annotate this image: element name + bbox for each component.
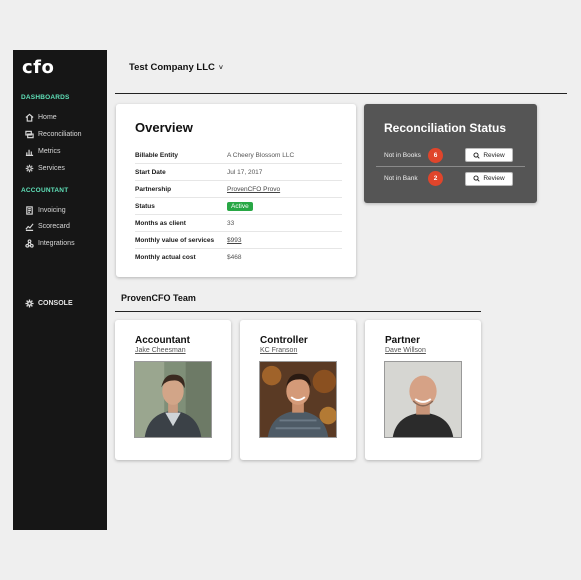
member-role: Partner (385, 335, 421, 346)
reconciliation-label: Not in Bank (384, 175, 418, 182)
gear-icon (25, 164, 34, 173)
overview-value: $468 (227, 254, 242, 261)
review-books-button[interactable]: Review (465, 148, 513, 162)
overview-value: A Cheery Blossom LLC (227, 151, 295, 159)
team-divider (115, 311, 481, 312)
overview-key: Billable Entity (135, 151, 178, 159)
section-label-dashboards: DASHBOARDS (21, 94, 70, 101)
console-link[interactable]: CONSOLE (25, 299, 73, 308)
reconciliation-row-books: Not in Books 6 Review (376, 144, 525, 167)
services-value-link[interactable]: $993 (227, 237, 241, 244)
overview-key: Monthly actual cost (135, 254, 196, 261)
overview-row: Billable Entity A Cheery Blossom LLC (135, 147, 342, 164)
review-label: Review (483, 151, 505, 159)
overview-key: Status (135, 202, 155, 210)
sidebar-item-metrics[interactable]: Metrics (25, 147, 61, 156)
sidebar-item-label: Services (38, 165, 65, 172)
sidebar-item-label: Integrations (38, 240, 75, 247)
chevron-down-icon: ˅ (218, 65, 223, 72)
reconciliation-row-bank: Not in Bank 2 Review (376, 167, 525, 190)
partnership-link[interactable]: ProvenCFO Provo (227, 186, 280, 193)
invoice-icon (26, 206, 33, 215)
member-name-link[interactable]: Jake Cheesman (135, 347, 186, 354)
sidebar-item-label: Scorecard (38, 223, 70, 230)
reconciliation-title: Reconciliation Status (384, 121, 507, 135)
count-badge: 6 (428, 147, 443, 163)
status-badge: Active (227, 201, 253, 211)
search-icon (473, 151, 480, 159)
overview-value: 33 (227, 219, 235, 227)
overview-row: Months as client 33 (135, 215, 342, 232)
reconciliation-label: Not in Books (384, 151, 421, 159)
gear-icon (25, 299, 34, 308)
member-role: Controller (260, 335, 308, 346)
bar-chart-icon (25, 149, 34, 156)
review-bank-button[interactable]: Review (465, 171, 513, 186)
member-role: Accountant (135, 335, 190, 346)
overview-table: Billable Entity A Cheery Blossom LLC Sta… (135, 147, 342, 266)
member-photo (134, 361, 212, 438)
sidebar-item-home[interactable]: Home (25, 113, 57, 122)
search-icon (473, 175, 480, 182)
section-label-accountant: ACCOUNTANT (21, 187, 69, 194)
overview-key: Start Date (135, 168, 166, 176)
overview-row: Status Active (135, 198, 342, 215)
sidebar-item-label: Metrics (38, 148, 61, 155)
count-badge: 2 (428, 171, 443, 186)
sidebar-item-scorecard[interactable]: Scorecard (25, 222, 70, 231)
member-name-link[interactable]: KC Franson (260, 347, 297, 354)
overview-key: Monthly value of services (135, 236, 215, 244)
team-card-controller: Controller KC Franson (240, 320, 356, 460)
overview-row: Monthly value of services $993 (135, 232, 342, 249)
review-label: Review (483, 175, 505, 182)
team-card-accountant: Accountant Jake Cheesman (115, 320, 231, 460)
sidebar-item-label: Home (38, 114, 57, 121)
sidebar: cfo DASHBOARDS Home Reconciliation Metri… (13, 50, 107, 530)
console-label: CONSOLE (38, 300, 73, 307)
sidebar-item-label: Invoicing (38, 207, 66, 214)
sidebar-item-services[interactable]: Services (25, 164, 65, 173)
member-photo (384, 361, 462, 438)
overview-title: Overview (135, 120, 193, 135)
overview-row: Monthly actual cost $468 (135, 249, 342, 266)
company-selector[interactable]: Test Company LLC ˅ (129, 62, 223, 73)
home-icon (25, 113, 34, 122)
overview-row: Partnership ProvenCFO Provo (135, 181, 342, 198)
team-card-partner: Partner Dave Willson (365, 320, 481, 460)
overview-row: Start Date Jul 17, 2017 (135, 164, 342, 181)
member-name-link[interactable]: Dave Willson (385, 347, 426, 354)
sidebar-item-integrations[interactable]: Integrations (25, 239, 75, 248)
sidebar-item-label: Reconciliation (38, 131, 82, 138)
integrations-icon (25, 239, 34, 248)
overview-value: Jul 17, 2017 (227, 168, 263, 176)
team-section-title: ProvenCFO Team (121, 293, 196, 303)
overview-card: Overview Billable Entity A Cheery Blosso… (116, 104, 356, 277)
sidebar-item-invoicing[interactable]: Invoicing (25, 206, 66, 215)
line-chart-icon (25, 223, 34, 231)
overview-key: Months as client (135, 219, 186, 227)
overview-key: Partnership (135, 185, 172, 193)
reconciliation-icon (25, 130, 34, 139)
company-name: Test Company LLC (129, 62, 215, 73)
member-photo (259, 361, 337, 438)
header-divider (115, 93, 567, 94)
sidebar-item-reconciliation[interactable]: Reconciliation (25, 130, 82, 139)
logo[interactable]: cfo (22, 57, 54, 78)
reconciliation-card: Reconciliation Status Not in Books 6 Rev… (364, 104, 537, 203)
